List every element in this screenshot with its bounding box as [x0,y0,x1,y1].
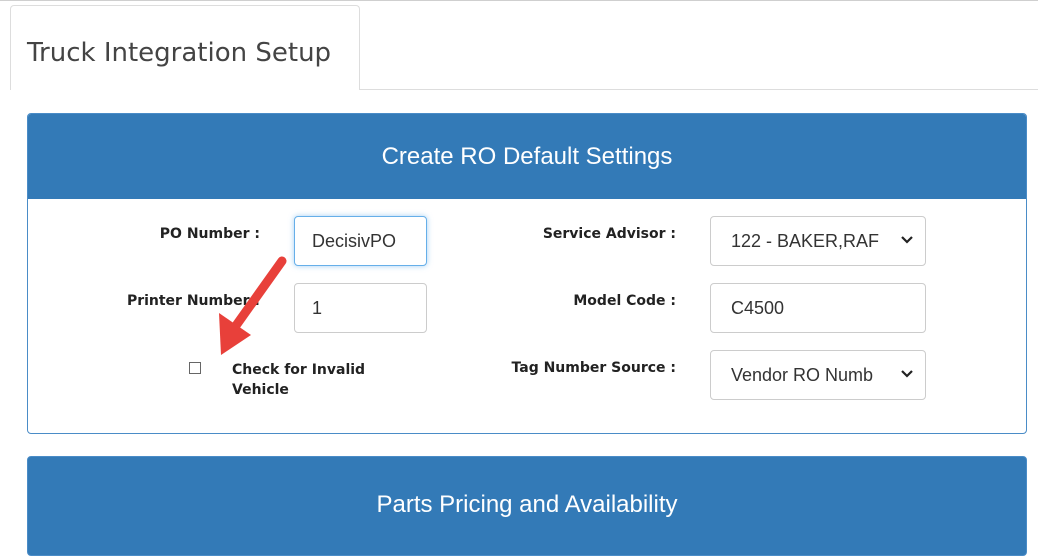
printer-number-input[interactable]: 1 [294,283,427,333]
model-code-input[interactable]: C4500 [710,283,926,333]
parts-pricing-panel: Parts Pricing and Availability [27,456,1027,556]
tag-number-source-select[interactable]: Vendor RO Numb [710,350,926,400]
tag-number-source-label: Tag Number Source : [511,360,677,376]
service-advisor-label: Service Advisor : [542,226,676,242]
model-code-label: Model Code : [573,293,676,309]
invalid-vehicle-checkbox[interactable] [189,362,201,374]
top-border [0,0,1038,1]
chevron-down-icon [901,217,913,283]
po-number-label: PO Number : [159,226,260,242]
annotation-arrow-icon [205,255,295,370]
chevron-down-icon [901,351,913,417]
service-advisor-value: 122 - BAKER,RAF [731,231,880,251]
tag-number-source-value: Vendor RO Numb [731,365,874,385]
create-ro-heading: Create RO Default Settings [28,114,1026,199]
tab-truck-integration-setup[interactable]: Truck Integration Setup [10,5,360,90]
po-number-input[interactable]: DecisivPO [294,216,427,266]
tab-label: Truck Integration Setup [27,38,332,68]
service-advisor-select[interactable]: 122 - BAKER,RAF [710,216,926,266]
parts-pricing-heading: Parts Pricing and Availability [376,490,678,518]
